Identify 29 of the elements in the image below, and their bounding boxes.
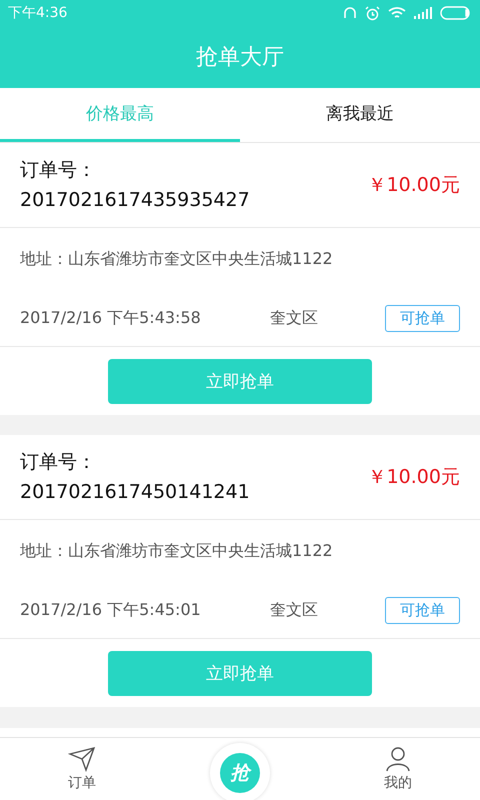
order-district: 奎文区	[270, 308, 319, 328]
order-price: ￥10.00元	[368, 173, 460, 198]
page-title: 抢单大厅	[195, 44, 285, 72]
grab-order-button[interactable]: 立即抢单	[108, 650, 372, 696]
battery-icon	[440, 6, 472, 20]
tab[interactable]: 离我最近	[240, 88, 480, 142]
person-icon	[385, 746, 411, 772]
order-time: 2017/2/16 下午5:43:58	[20, 308, 202, 328]
headphones-icon	[343, 6, 357, 20]
status-time: 下午4:36	[8, 4, 68, 22]
order-number: 2017021617450141241	[20, 480, 250, 505]
wifi-icon	[388, 6, 406, 20]
grab-order-button[interactable]: 立即抢单	[108, 358, 372, 404]
order-number-label: 订单号：	[20, 450, 97, 475]
order-number: 2017021617435935427	[20, 188, 250, 213]
grab-button[interactable]: 抢	[220, 753, 260, 793]
status-tag: 可抢单	[385, 304, 460, 332]
order-address: 地址：山东省潍坊市奎文区中央生活城1122	[20, 540, 333, 562]
order-district: 奎文区	[270, 600, 319, 620]
order-price: ￥10.00元	[368, 465, 460, 490]
order-number-label: 订单号：	[20, 158, 97, 183]
signal-icon	[414, 7, 432, 19]
alarm-icon	[365, 6, 380, 20]
orders-tab[interactable]: 订单	[0, 738, 164, 800]
status-tag: 可抢单	[385, 596, 460, 624]
order-address: 地址：山东省潍坊市奎文区中央生活城1122	[20, 248, 333, 270]
order-time: 2017/2/16 下午5:45:01	[20, 600, 202, 620]
paper-plane-icon	[68, 746, 96, 772]
profile-tab[interactable]: 我的	[316, 738, 480, 800]
